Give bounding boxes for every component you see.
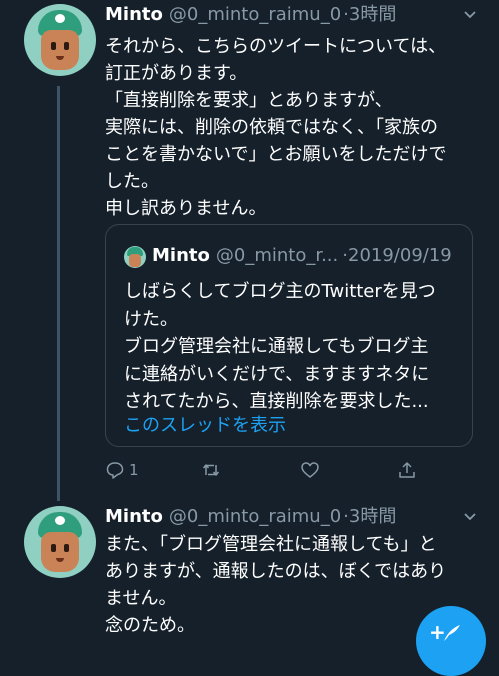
quoted-tweet-header: Minto @0_minto_r... ·2019/09/19 (152, 245, 452, 266)
tweet-1-author-name[interactable]: Minto (105, 4, 163, 25)
tweet-2-text: また、「ブログ管理会社に通報しても」と ありますが、通報したのは、ぼくではあり … (105, 534, 447, 636)
thread-connector-line (57, 86, 60, 501)
compose-tweet-button[interactable]: + (416, 606, 486, 676)
quoted-tweet-card[interactable]: Minto @0_minto_r... ·2019/09/19 しばらくしてブログ主… (105, 224, 473, 447)
tweet-2-timestamp[interactable]: 3時間 (349, 506, 396, 527)
quoted-tweet-date: 2019/09/19 (348, 245, 452, 266)
tweet-2-avatar[interactable] (24, 506, 96, 578)
reply-button[interactable]: 1 (105, 456, 139, 484)
tweet-1-author-handle[interactable]: @0_minto_raimu_0 (169, 4, 341, 25)
reply-icon (106, 462, 124, 479)
tweet-1-timestamp[interactable]: 3時間 (349, 4, 396, 25)
tweet-1-action-bar: 1 (105, 456, 425, 484)
retweet-icon (202, 464, 220, 476)
quoted-tweet-handle: @0_minto_r... (215, 245, 339, 266)
retweet-button[interactable] (201, 456, 221, 484)
reply-count: 1 (129, 461, 139, 479)
share-icon (399, 462, 415, 478)
tweet-1-text: それから、こちらのツイートについては、 訂正があります。 「直接削除を要求」とあ… (105, 36, 447, 219)
tweet-2-author-name[interactable]: Minto (105, 506, 163, 527)
like-button[interactable] (300, 456, 320, 484)
chevron-down-icon[interactable] (462, 7, 478, 23)
share-button[interactable] (397, 456, 417, 484)
tweet-2-header: Minto @0_minto_raimu_0·3時間 (105, 506, 397, 527)
heart-icon (301, 462, 319, 478)
compose-tweet-icon (444, 625, 460, 641)
chevron-down-icon[interactable] (462, 509, 478, 525)
tweet-1-avatar[interactable] (24, 4, 96, 76)
quoted-tweet-author-name: Minto (152, 245, 210, 266)
tweet-1-header: Minto @0_minto_raimu_0·3時間 (105, 4, 397, 25)
quoted-tweet-text: しばらくしてブログ主のTwitterを見つ けた。 ブログ管理会社に通報してもブ… (124, 281, 436, 412)
show-thread-link[interactable]: このスレッドを表示 (124, 413, 286, 439)
tweet-2-author-handle[interactable]: @0_minto_raimu_0 (169, 506, 341, 527)
quoted-tweet-avatar (124, 246, 146, 268)
